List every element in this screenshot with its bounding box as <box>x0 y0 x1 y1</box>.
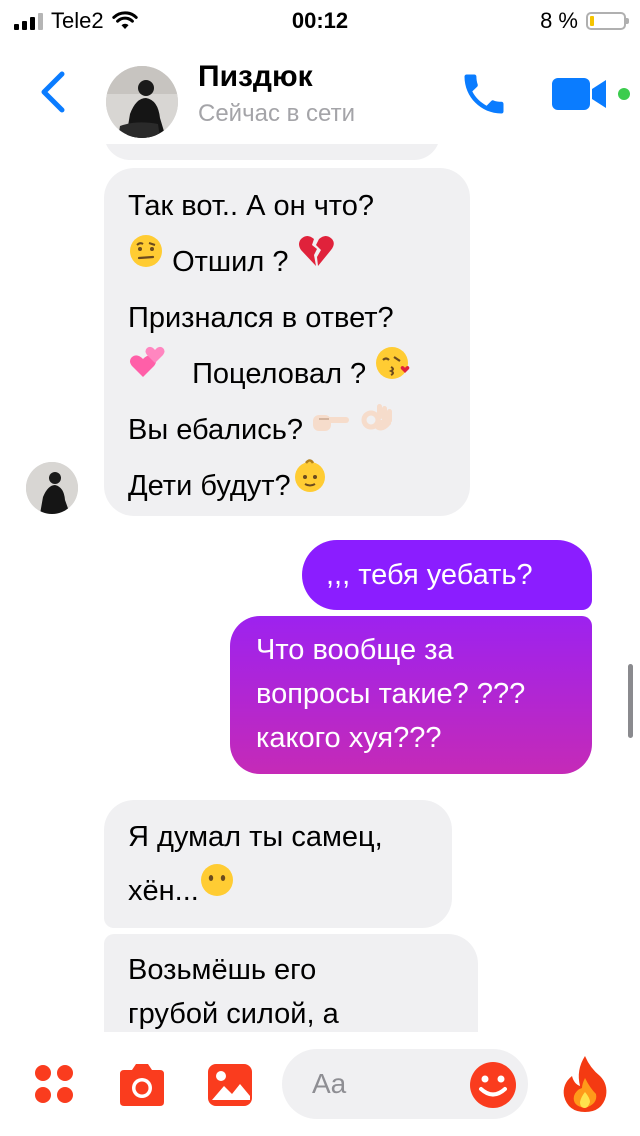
broken-heart-emoji-icon <box>297 232 335 288</box>
face-without-mouth-emoji-icon <box>199 862 235 916</box>
message-text: Я думал ты самец, <box>128 821 383 853</box>
fire-emoji-icon <box>563 1056 607 1112</box>
message-text: ,,, тебя уебать? <box>326 559 533 591</box>
status-bar: Tele2 00:12 8 % <box>0 0 640 40</box>
message-text: Так вот.. А он что? <box>128 190 375 222</box>
contact-status: Сейчас в сети <box>198 100 355 127</box>
message-text: Признался в ответ? <box>128 302 394 334</box>
message-line: Вы ебались? <box>128 402 446 458</box>
video-call-button[interactable] <box>550 72 610 116</box>
message-line: Дети будут? <box>128 458 446 514</box>
battery-percent: 8 % <box>540 8 578 33</box>
message-bubble-incoming[interactable]: Так вот.. А он что? Отшил ? Признался в … <box>104 168 470 516</box>
phone-icon <box>464 74 504 114</box>
message-text: хён... <box>128 875 199 907</box>
message-list[interactable]: Так вот.. А он что? Отшил ? Признался в … <box>0 144 640 1032</box>
message-text: какого хуя??? <box>256 722 442 754</box>
composer-bar: Aa <box>0 1032 640 1136</box>
ok-hand-emoji-icon <box>359 400 395 457</box>
message-line: Отшил ? <box>128 234 446 290</box>
chat-header: Пиздюк Сейчас в сети <box>0 40 640 144</box>
message-text: Дети будут? <box>128 470 291 502</box>
baby-emoji-icon <box>291 456 329 513</box>
online-indicator <box>618 88 630 100</box>
message-text: Вы ебались? <box>128 414 303 446</box>
contact-avatar[interactable] <box>106 66 178 138</box>
scroll-indicator[interactable] <box>628 664 633 738</box>
kissing-face-emoji-icon <box>374 344 412 400</box>
message-line: хён... <box>128 864 428 918</box>
pointing-right-emoji-icon <box>311 400 351 456</box>
contact-avatar-small[interactable] <box>26 462 78 514</box>
raised-eyebrow-emoji-icon <box>128 232 164 288</box>
message-bubble-outgoing[interactable]: Что вообще за вопросы такие? ??? какого … <box>230 616 592 774</box>
battery-icon <box>586 12 629 30</box>
message-text: Поцеловал ? <box>192 358 367 390</box>
message-text: Что вообще за <box>256 634 454 666</box>
camera-button[interactable] <box>116 1062 168 1108</box>
contact-name[interactable]: Пиздюк <box>198 60 313 94</box>
camera-icon <box>120 1064 164 1106</box>
message-text: Отшил ? <box>172 246 289 278</box>
quick-reaction-button[interactable] <box>560 1054 610 1114</box>
gallery-button[interactable] <box>206 1062 254 1108</box>
emoji-smile-icon <box>470 1062 516 1108</box>
message-line: Поцеловал ? <box>128 346 446 402</box>
more-actions-button[interactable] <box>32 1062 76 1106</box>
message-input-placeholder: Aa <box>312 1068 347 1099</box>
photo-gallery-icon <box>208 1064 252 1106</box>
message-bubble-outgoing[interactable]: ,,, тебя уебать? <box>302 540 592 610</box>
message-text: вопросы такие? ??? <box>256 678 526 710</box>
message-bubble-partial <box>104 144 440 160</box>
back-button[interactable] <box>36 68 72 116</box>
two-hearts-emoji-icon <box>128 344 166 400</box>
message-text: грубой силой, а <box>128 998 339 1030</box>
back-chevron-icon <box>41 71 65 113</box>
video-camera-icon <box>552 78 606 110</box>
menu-dots-icon <box>35 1065 73 1103</box>
voice-call-button[interactable] <box>458 68 510 120</box>
message-bubble-incoming[interactable]: Я думал ты самец, хён... <box>104 800 452 928</box>
message-text: Возьмёшь его <box>128 954 317 986</box>
emoji-button[interactable] <box>468 1060 518 1110</box>
message-bubble-incoming[interactable]: Возьмёшь его грубой силой, а <box>104 934 478 1032</box>
status-right: 8 % <box>540 8 629 34</box>
